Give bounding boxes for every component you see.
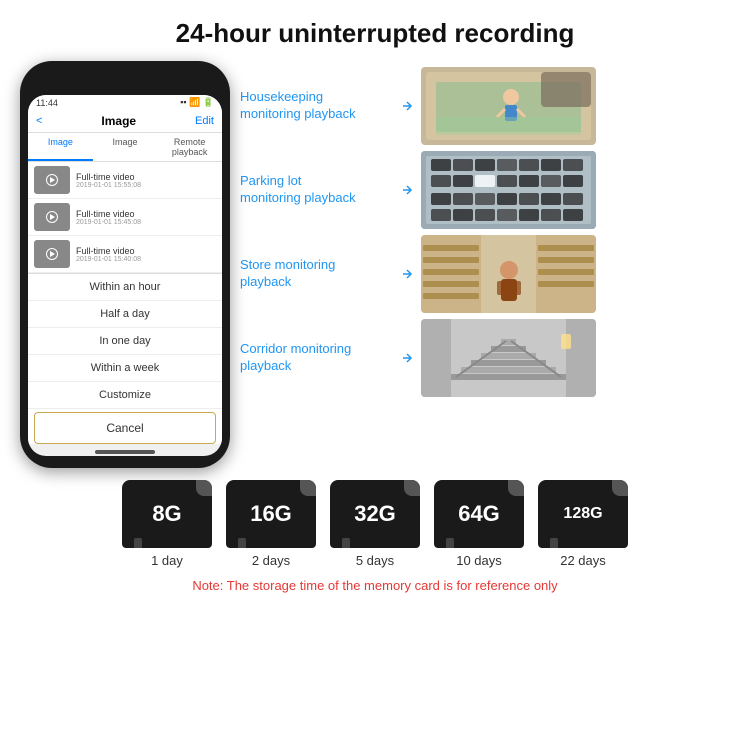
sd-size-16g: 16G bbox=[250, 501, 292, 527]
dropdown-within-week[interactable]: Within a week bbox=[28, 355, 222, 382]
dropdown-one-day[interactable]: In one day bbox=[28, 328, 222, 355]
storage-days-8g: 1 day bbox=[151, 553, 183, 568]
phone-tabs: Image Image Remote playback bbox=[28, 133, 222, 162]
monitoring-photo-3 bbox=[421, 235, 596, 313]
sd-size-64g: 64G bbox=[458, 501, 500, 527]
item-sub-1: 2019-01-01 15:55:08 bbox=[76, 182, 141, 189]
monitoring-row-2: Parking lotmonitoring playback bbox=[240, 150, 730, 230]
storage-section: 8G 1 day 16G 2 days 32G 5 days 64G 10 da… bbox=[0, 468, 750, 601]
sd-card-128g: 128G bbox=[538, 480, 628, 548]
sd-notch-64g bbox=[508, 480, 524, 496]
item-label-1: Full-time video bbox=[76, 172, 141, 182]
list-item: Full-time video 2019-01-01 15:45:08 bbox=[28, 199, 222, 236]
sd-notch-16g bbox=[300, 480, 316, 496]
tab-image-1[interactable]: Image bbox=[28, 133, 93, 161]
monitoring-section: Housekeepingmonitoring playback bbox=[240, 61, 730, 398]
storage-cards-row: 8G 1 day 16G 2 days 32G 5 days 64G 10 da… bbox=[122, 480, 628, 568]
item-sub-2: 2019-01-01 15:45:08 bbox=[76, 219, 141, 226]
home-indicator bbox=[95, 450, 155, 454]
item-label-2: Full-time video bbox=[76, 209, 141, 219]
monitoring-label-3: Store monitoringplayback bbox=[240, 257, 385, 291]
list-item: Full-time video 2019-01-01 15:40:08 bbox=[28, 236, 222, 273]
sd-notch-8g bbox=[196, 480, 212, 496]
item-sub-3: 2019-01-01 15:40:08 bbox=[76, 256, 141, 263]
item-label-3: Full-time video bbox=[76, 246, 141, 256]
monitoring-photo-4 bbox=[421, 319, 596, 397]
thumb-2 bbox=[34, 203, 70, 231]
main-section: 11:44 ▪▪ 📶 🔋 < Image Edit Image Image Re… bbox=[0, 61, 750, 468]
monitoring-label-1: Housekeepingmonitoring playback bbox=[240, 89, 385, 123]
sd-notch-32g bbox=[404, 480, 420, 496]
monitoring-row-1: Housekeepingmonitoring playback bbox=[240, 66, 730, 146]
connector-2 bbox=[393, 150, 413, 230]
monitoring-row-3: Store monitoringplayback bbox=[240, 234, 730, 314]
photo-svg-3 bbox=[421, 235, 596, 313]
phone-notch bbox=[85, 73, 165, 91]
sd-card-32g: 32G bbox=[330, 480, 420, 548]
storage-note: Note: The storage time of the memory car… bbox=[192, 574, 557, 593]
nav-back[interactable]: < bbox=[36, 115, 42, 127]
thumb-1 bbox=[34, 166, 70, 194]
dropdown-cancel[interactable]: Cancel bbox=[34, 412, 216, 444]
list-item: Full-time video 2019-01-01 15:55:08 bbox=[28, 162, 222, 199]
dropdown-within-hour[interactable]: Within an hour bbox=[28, 274, 222, 301]
sd-size-8g: 8G bbox=[152, 501, 181, 527]
monitoring-label-4: Corridor monitoringplayback bbox=[240, 341, 385, 375]
storage-days-64g: 10 days bbox=[456, 553, 502, 568]
sd-card-64g: 64G bbox=[434, 480, 524, 548]
dropdown-customize[interactable]: Customize bbox=[28, 382, 222, 409]
phone-mockup: 11:44 ▪▪ 📶 🔋 < Image Edit Image Image Re… bbox=[20, 61, 230, 468]
monitoring-photo-1 bbox=[421, 67, 596, 145]
storage-card-8g: 8G 1 day bbox=[122, 480, 212, 568]
nav-title: Image bbox=[101, 114, 136, 128]
phone-screen: 11:44 ▪▪ 📶 🔋 < Image Edit Image Image Re… bbox=[28, 95, 222, 456]
tab-remote[interactable]: Remote playback bbox=[157, 133, 222, 161]
page-title: 24-hour uninterrupted recording bbox=[0, 0, 750, 61]
monitoring-row-4: Corridor monitoringplayback bbox=[240, 318, 730, 398]
phone-icons: ▪▪ 📶 🔋 bbox=[180, 97, 214, 108]
monitoring-photo-2 bbox=[421, 151, 596, 229]
phone-status-bar: 11:44 ▪▪ 📶 🔋 bbox=[28, 95, 222, 110]
phone-list: Full-time video 2019-01-01 15:55:08 Full… bbox=[28, 162, 222, 273]
storage-days-128g: 22 days bbox=[560, 553, 606, 568]
tab-image-2[interactable]: Image bbox=[93, 133, 158, 161]
phone-time: 11:44 bbox=[36, 98, 58, 108]
phone-nav-bar: < Image Edit bbox=[28, 110, 222, 133]
photo-svg-1 bbox=[421, 67, 596, 145]
sd-card-8g: 8G bbox=[122, 480, 212, 548]
connector-1 bbox=[393, 66, 413, 146]
storage-card-32g: 32G 5 days bbox=[330, 480, 420, 568]
photo-svg-4 bbox=[421, 319, 596, 397]
sd-notch-128g bbox=[612, 480, 628, 496]
thumb-3 bbox=[34, 240, 70, 268]
nav-edit[interactable]: Edit bbox=[195, 115, 214, 127]
phone-outer: 11:44 ▪▪ 📶 🔋 < Image Edit Image Image Re… bbox=[20, 61, 230, 468]
sd-size-32g: 32G bbox=[354, 501, 396, 527]
sd-size-128g: 128G bbox=[563, 505, 602, 523]
storage-days-16g: 2 days bbox=[252, 553, 290, 568]
storage-card-128g: 128G 22 days bbox=[538, 480, 628, 568]
monitoring-label-2: Parking lotmonitoring playback bbox=[240, 173, 385, 207]
dropdown-half-day[interactable]: Half a day bbox=[28, 301, 222, 328]
storage-card-64g: 64G 10 days bbox=[434, 480, 524, 568]
connector-4 bbox=[393, 318, 413, 398]
storage-days-32g: 5 days bbox=[356, 553, 394, 568]
sd-card-16g: 16G bbox=[226, 480, 316, 548]
connector-3 bbox=[393, 234, 413, 314]
storage-card-16g: 16G 2 days bbox=[226, 480, 316, 568]
photo-svg-2 bbox=[421, 151, 596, 229]
phone-dropdown: Within an hour Half a day In one day Wit… bbox=[28, 273, 222, 444]
